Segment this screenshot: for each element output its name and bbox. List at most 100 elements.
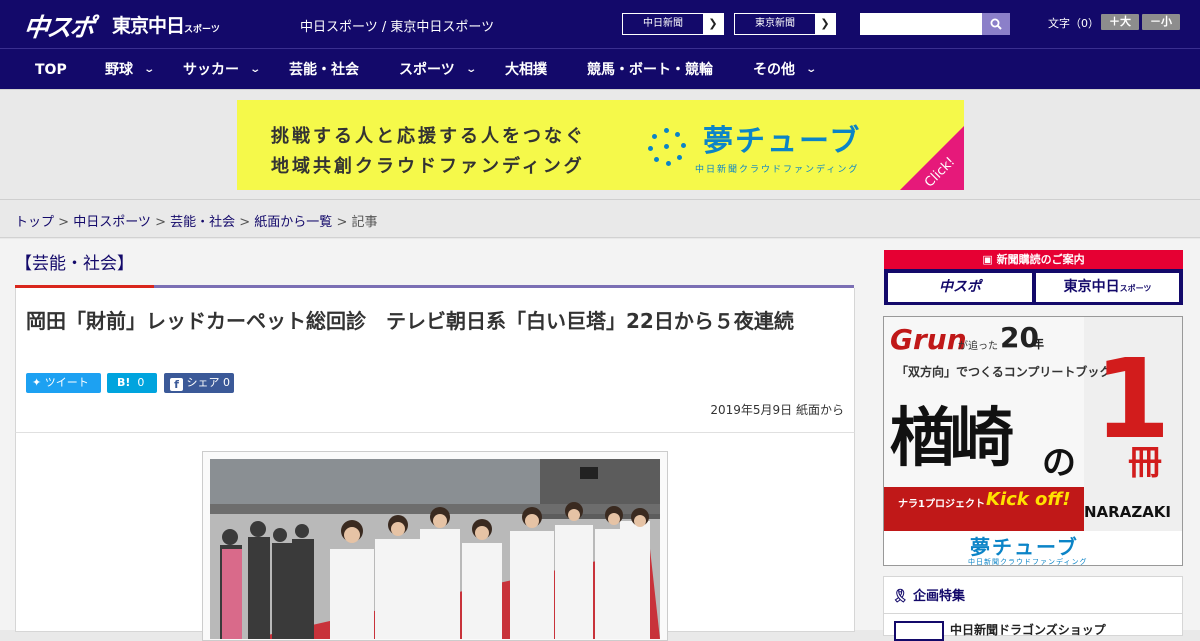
nav-label: 大相撲 bbox=[505, 61, 547, 78]
chevron-down-icon: ⌄ bbox=[465, 63, 477, 75]
tokyo-logo-small: スポーツ bbox=[184, 25, 220, 35]
yume-tube-dots-icon bbox=[647, 128, 687, 168]
ad-brand: Grun bbox=[890, 323, 967, 356]
hatena-bookmark-button[interactable]: B! 0 bbox=[107, 373, 157, 393]
feature-box: 🎗 企画特集 中日新聞ドラゴンズショップ bbox=[883, 576, 1183, 641]
subscribe-chuspo-button[interactable]: 中スポ bbox=[888, 273, 1032, 302]
ad-project: ナラ1プロジェクト bbox=[898, 499, 985, 510]
subscribe-tokyo-text: 東京中日 bbox=[1063, 279, 1120, 295]
crowdfunding-ad-banner[interactable]: 挑戦する人と応援する人をつなぐ 地域共創クラウドファンディング 夢チューブ 中日… bbox=[237, 100, 964, 190]
tokyo-chunichi-logo[interactable]: 東京中日スポーツ bbox=[112, 11, 220, 38]
article-photo-area bbox=[15, 432, 855, 641]
nav-item-other[interactable]: その他 ⌄ bbox=[753, 49, 818, 90]
tokyo-shimbun-label: 東京新聞 bbox=[755, 18, 795, 29]
nav-label: その他 bbox=[753, 61, 795, 78]
font-bigger-button[interactable]: ＋大 bbox=[1101, 14, 1139, 30]
nav-item-soccer[interactable]: サッカー ⌄ bbox=[183, 49, 262, 90]
breadcrumb: トップ > 中日スポーツ > 芸能・社会 > 紙面から一覧 > 記事 bbox=[15, 211, 378, 230]
subscribe-box: ▣ 新聞購読のご案内 中スポ 東京中日スポーツ bbox=[884, 250, 1183, 305]
feature-title: 企画特集 bbox=[913, 589, 966, 604]
nav-label: スポーツ bbox=[399, 61, 455, 78]
nav-item-entertainment[interactable]: 芸能・社会 bbox=[289, 49, 359, 90]
breadcrumb-sep: > bbox=[332, 215, 352, 230]
nav-label: 競馬・ボート・競輪 bbox=[587, 61, 713, 78]
ad-logo: 夢チューブ bbox=[703, 124, 862, 159]
subscribe-title-text: 新聞購読のご案内 bbox=[996, 253, 1085, 266]
ad-name-big: 楢崎 bbox=[890, 402, 1014, 476]
ad-band: 挑戦する人と応援する人をつなぐ 地域共創クラウドファンディング 夢チューブ 中日… bbox=[0, 89, 1200, 200]
ad-sub: 中日新聞クラウドファンディング bbox=[695, 165, 860, 175]
breadcrumb-chuspo[interactable]: 中日スポーツ bbox=[73, 215, 151, 230]
newspaper-icon: ▣ bbox=[982, 253, 993, 266]
nav-item-baseball[interactable]: 野球 ⌄ bbox=[105, 49, 156, 90]
chevron-right-icon: ❯ bbox=[703, 14, 723, 34]
breadcrumb-bar: トップ > 中日スポーツ > 芸能・社会 > 紙面から一覧 > 記事 bbox=[0, 200, 1200, 238]
article-photo[interactable] bbox=[202, 451, 668, 641]
ad-kickoff: Kick off! bbox=[986, 489, 1071, 510]
nav-label: TOP bbox=[35, 61, 67, 78]
grun-narazaki-ad[interactable]: Grun が追った 20 年 「双方向」でつくるコンプリートブック 楢崎 の 1… bbox=[883, 316, 1183, 566]
nav-item-racing[interactable]: 競馬・ボート・競輪 bbox=[587, 49, 713, 90]
ad-player: NARAZAKI bbox=[1084, 503, 1172, 521]
nav-item-sumo[interactable]: 大相撲 bbox=[505, 49, 547, 90]
breadcrumb-entertainment[interactable]: 芸能・社会 bbox=[170, 215, 235, 230]
red-carpet-photo bbox=[210, 459, 660, 639]
facebook-share-button[interactable]: f シェア 0 bbox=[164, 373, 234, 393]
nav-item-sports[interactable]: スポーツ ⌄ bbox=[399, 49, 477, 90]
tokyo-logo-text: 東京中日 bbox=[112, 15, 185, 37]
ad-years-unit: 年 bbox=[1032, 337, 1045, 351]
tweet-label: ツイート bbox=[44, 376, 89, 389]
site-header: 中スポ 東京中日スポーツ 中日スポーツ / 東京中日スポーツ 中日新聞 ❯ 東京新… bbox=[0, 0, 1200, 48]
font-size-label: 文字（0） bbox=[1048, 17, 1099, 30]
ad-tagline-2: 「双方向」でつくるコンプリートブック bbox=[896, 365, 1112, 379]
hatena-icon: B! bbox=[117, 376, 131, 389]
breadcrumb-sep: > bbox=[54, 215, 74, 230]
subscribe-title: ▣ 新聞購読のご案内 bbox=[884, 250, 1183, 269]
subscribe-tokyo-chunichi-button[interactable]: 東京中日スポーツ bbox=[1036, 273, 1179, 302]
feature-header: 🎗 企画特集 bbox=[892, 585, 965, 604]
chevron-right-icon: ❯ bbox=[815, 14, 835, 34]
ad-line-2: 地域共創クラウドファンディング bbox=[271, 156, 585, 177]
breadcrumb-list[interactable]: 紙面から一覧 bbox=[254, 215, 332, 230]
ad-no: の bbox=[1042, 443, 1076, 483]
site-name: 中日スポーツ / 東京中日スポーツ bbox=[300, 20, 495, 35]
chevron-down-icon: ⌄ bbox=[249, 63, 262, 75]
ad-line-1: 挑戦する人と応援する人をつなぐ bbox=[271, 126, 586, 147]
article-title: 岡田「財前」レッドカーペット総回診 テレビ朝日系「白い巨塔」22日から５夜連続 bbox=[26, 309, 794, 333]
nav-item-top[interactable]: TOP bbox=[35, 49, 67, 90]
breadcrumb-sep: > bbox=[235, 215, 255, 230]
nav-label: サッカー bbox=[183, 61, 239, 78]
breadcrumb-current: 記事 bbox=[351, 215, 378, 230]
facebook-count: 0 bbox=[223, 376, 230, 389]
article-date: 2019年5月9日 紙面から bbox=[710, 403, 844, 417]
chevron-down-icon: ⌄ bbox=[143, 63, 156, 75]
search-button[interactable] bbox=[982, 13, 1010, 35]
ad-satsu: 冊 bbox=[1128, 443, 1162, 483]
nav-label: 野球 bbox=[105, 61, 133, 78]
facebook-icon: f bbox=[170, 378, 183, 391]
tweet-button[interactable]: ✦ ツイート bbox=[26, 373, 101, 393]
chevron-down-icon: ⌄ bbox=[805, 63, 818, 75]
twitter-icon: ✦ bbox=[32, 376, 42, 389]
chunichi-shimbun-button[interactable]: 中日新聞 ❯ bbox=[622, 13, 724, 35]
feature-divider bbox=[884, 613, 1182, 614]
subscribe-tokyo-small: スポーツ bbox=[1119, 284, 1152, 293]
breadcrumb-top[interactable]: トップ bbox=[15, 215, 54, 230]
ad-footer-logo: 夢チューブ bbox=[970, 535, 1079, 559]
search-icon bbox=[990, 18, 1002, 30]
tokyo-shimbun-button[interactable]: 東京新聞 ❯ bbox=[734, 13, 836, 35]
facebook-label: シェア bbox=[186, 376, 220, 389]
chuspo-logo[interactable]: 中スポ bbox=[22, 8, 95, 44]
breadcrumb-sep: > bbox=[150, 215, 171, 230]
ad-tagline-1: が追った bbox=[958, 341, 998, 352]
category-heading: 【芸能・社会】 bbox=[15, 254, 134, 274]
article-header-card: 岡田「財前」レッドカーペット総回診 テレビ朝日系「白い巨塔」22日から５夜連続 … bbox=[15, 288, 855, 433]
search-input[interactable] bbox=[860, 13, 982, 35]
font-smaller-button[interactable]: －小 bbox=[1142, 14, 1180, 30]
chunichi-shimbun-label: 中日新聞 bbox=[643, 18, 683, 29]
hatena-count: 0 bbox=[137, 376, 145, 389]
feature-thumb[interactable] bbox=[894, 621, 944, 641]
ribbon-icon: 🎗 bbox=[892, 589, 909, 604]
ad-footer-sub: 中日新聞クラウドファンディング bbox=[968, 558, 1088, 566]
main-nav: TOP 野球 ⌄ サッカー ⌄ 芸能・社会 スポーツ ⌄ 大相撲 競馬・ボート・競輪 … bbox=[0, 48, 1200, 89]
